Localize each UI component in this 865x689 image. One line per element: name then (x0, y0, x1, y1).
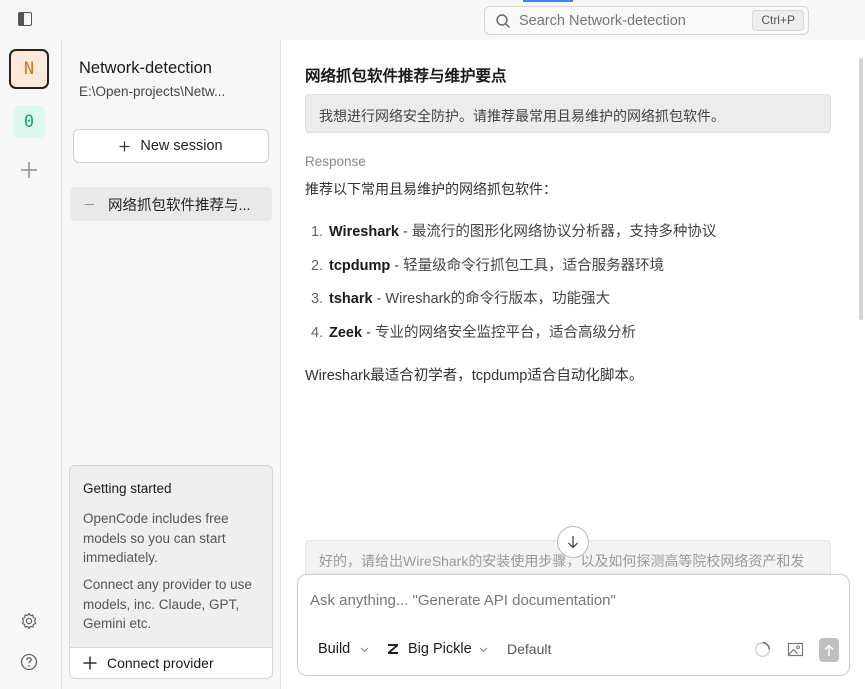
sidebar-toggle-icon[interactable] (18, 12, 32, 26)
connect-provider-button[interactable]: Connect provider (70, 647, 272, 678)
new-session-button[interactable]: New session (73, 129, 269, 163)
search-bar[interactable]: Search Network-detection Ctrl+P (484, 6, 809, 35)
plus-icon (119, 141, 130, 151)
session-item[interactable]: 网络抓包软件推荐与... (70, 187, 272, 221)
arrow-up-icon (824, 644, 834, 656)
title-bar: Search Network-detection Ctrl+P (0, 0, 865, 40)
session-panel: Network-detection E:\Open-projects\Netw.… (62, 40, 281, 689)
getting-started-text-1: OpenCode includes free models so you can… (83, 511, 229, 565)
search-icon (496, 14, 510, 28)
scroll-to-bottom-button[interactable] (557, 526, 589, 558)
chevron-down-icon (479, 647, 488, 653)
agent-select[interactable]: Build (318, 641, 350, 657)
list-item: 1. Wireshark - 最流行的图形化网络协议分析器，支持多种协议 (311, 224, 717, 240)
project-rail: N 0 (0, 40, 62, 689)
model-select[interactable]: Big Pickle (408, 641, 472, 657)
list-item: 2. tcpdump - 轻量级命令行抓包工具，适合服务器环境 (311, 257, 665, 274)
help-icon[interactable] (20, 653, 38, 671)
connect-provider-label: Connect provider (107, 655, 214, 671)
prompt-toolbar: Build Big Pickle Default (298, 638, 849, 662)
arrow-down-icon (568, 536, 578, 549)
session-dash-icon (85, 203, 94, 205)
response-list: 1. Wireshark - 最流行的图形化网络协议分析器，支持多种协议 2. tc… (311, 220, 716, 355)
active-indicator (523, 0, 573, 2)
send-button[interactable] (819, 638, 839, 662)
response-intro: 推荐以下常用且易维护的网络抓包软件： (305, 181, 557, 197)
getting-started-card: Getting started OpenCode includes free m… (69, 465, 273, 679)
chevron-down-icon (360, 647, 369, 653)
list-item: 3. tshark - Wireshark的命令行版本，功能强大 (311, 291, 611, 308)
variant-select[interactable]: Default (507, 641, 551, 657)
search-shortcut: Ctrl+P (752, 10, 804, 31)
search-placeholder: Search Network-detection (519, 13, 686, 29)
getting-started-text-2: Connect any provider to use models, inc.… (83, 577, 252, 631)
project-path: E:\Open-projects\Netw... (79, 84, 226, 99)
plus-icon (83, 656, 97, 670)
settings-gear-icon[interactable] (20, 612, 38, 630)
getting-started-title: Getting started (83, 481, 172, 496)
project-avatar-0[interactable]: 0 (13, 106, 45, 138)
response-summary: Wireshark最适合初学者，tcpdump适合自动化脚本。 (305, 368, 644, 384)
user-message: 我想进行网络安全防护。请推荐最常用且易维护的网络抓包软件。 (305, 94, 831, 133)
session-title: 网络抓包软件推荐与... (108, 197, 251, 214)
model-logo-icon (388, 644, 398, 654)
attach-image-icon[interactable] (787, 641, 804, 658)
scrollbar[interactable] (859, 58, 863, 320)
conversation-title: 网络抓包软件推荐与维护要点 (305, 68, 507, 85)
conversation-area: 网络抓包软件推荐与维护要点 我想进行网络安全防护。请推荐最常用且易维护的网络抓包… (281, 40, 865, 689)
new-session-label: New session (140, 138, 223, 154)
project-name: Network-detection (79, 59, 212, 77)
prompt-box[interactable]: Ask anything... "Generate API documentat… (297, 574, 850, 676)
list-item: 4. Zeek - 专业的网络安全监控平台，适合高级分析 (311, 325, 636, 342)
response-label: Response (305, 154, 366, 169)
loading-spinner-icon (754, 641, 771, 658)
add-project-icon[interactable] (19, 160, 39, 180)
prompt-input[interactable]: Ask anything... "Generate API documentat… (310, 592, 616, 609)
project-avatar-network-detection[interactable]: N (9, 49, 49, 89)
